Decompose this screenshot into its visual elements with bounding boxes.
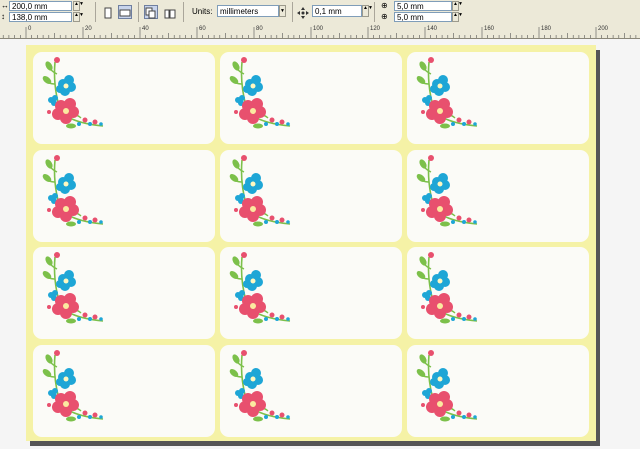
label-card[interactable] <box>220 345 402 437</box>
duplicate-x-field[interactable]: 5,0 mm <box>394 1 452 11</box>
label-card[interactable] <box>407 52 589 144</box>
units-select[interactable]: millimeters <box>217 5 279 17</box>
label-card[interactable] <box>33 52 215 144</box>
ruler-tick-label: 200 <box>598 26 609 32</box>
label-card[interactable] <box>33 247 215 339</box>
flower-corner-decoration <box>41 347 111 436</box>
landscape-icon[interactable] <box>118 5 132 19</box>
flower-corner-decoration <box>228 54 298 143</box>
separator <box>95 2 96 22</box>
horizontal-ruler[interactable]: 0 20 40 60 80 100 120 140 160 180 200 <box>0 25 640 39</box>
duplicate-y-icon: ⊕ <box>381 12 388 21</box>
flower-corner-decoration <box>415 152 485 241</box>
units-label: Units: <box>192 7 213 16</box>
height-icon: ↕ <box>1 12 5 21</box>
ruler-tick-label: 60 <box>199 26 206 32</box>
ruler-tick-label: 0 <box>28 26 32 32</box>
label-card[interactable] <box>220 52 402 144</box>
label-card[interactable] <box>220 150 402 242</box>
label-card[interactable] <box>407 150 589 242</box>
duplicate-x-spinner[interactable]: ▲▼ <box>452 1 463 11</box>
height-spinner[interactable]: ▲▼ <box>73 12 84 22</box>
ruler-tick-label: 180 <box>541 26 552 32</box>
flower-corner-decoration <box>41 54 111 143</box>
all-pages-icon[interactable] <box>144 5 158 19</box>
flower-corner-decoration <box>415 347 485 436</box>
object-width-field[interactable]: 200,0 mm <box>9 1 72 11</box>
ruler-tick-label: 120 <box>370 26 381 32</box>
flower-corner-decoration <box>228 152 298 241</box>
ruler-tick-label: 40 <box>142 26 149 32</box>
ruler-tick-label: 160 <box>484 26 495 32</box>
duplicate-y-spinner[interactable]: ▲▼ <box>452 12 463 22</box>
separator <box>183 2 184 22</box>
separator <box>138 2 139 22</box>
ruler-tick-label: 100 <box>313 26 324 32</box>
property-bar: ↔ 200,0 mm ▲▼ ↕ 138,0 mm ▲▼ Units: milli… <box>0 0 640 26</box>
object-height-field[interactable]: 138,0 mm <box>9 12 72 22</box>
label-card[interactable] <box>407 345 589 437</box>
flower-corner-decoration <box>415 249 485 338</box>
label-sheet[interactable] <box>26 45 596 441</box>
separator <box>374 2 375 22</box>
units-dropdown-arrow[interactable]: ▼ <box>279 5 286 17</box>
flower-corner-decoration <box>228 249 298 338</box>
separator <box>292 2 293 22</box>
ruler-tick-label: 140 <box>427 26 438 32</box>
label-card[interactable] <box>407 247 589 339</box>
nudge-icon <box>296 5 310 19</box>
flower-corner-decoration <box>415 54 485 143</box>
nudge-distance-field[interactable]: 0,1 mm <box>312 5 362 17</box>
label-card[interactable] <box>33 150 215 242</box>
portrait-icon[interactable] <box>101 5 115 19</box>
width-icon: ↔ <box>1 1 9 10</box>
label-card[interactable] <box>220 247 402 339</box>
width-spinner[interactable]: ▲▼ <box>73 1 84 11</box>
label-card[interactable] <box>33 345 215 437</box>
flower-corner-decoration <box>41 249 111 338</box>
ruler-tick-label: 20 <box>85 26 92 32</box>
ruler-tick-label: 80 <box>256 26 263 32</box>
current-page-icon[interactable] <box>163 5 177 19</box>
duplicate-y-field[interactable]: 5,0 mm <box>394 12 452 22</box>
nudge-spinner[interactable]: ▲▼ <box>362 5 373 17</box>
flower-corner-decoration <box>41 152 111 241</box>
duplicate-x-icon: ⊕ <box>381 1 388 10</box>
flower-corner-decoration <box>228 347 298 436</box>
